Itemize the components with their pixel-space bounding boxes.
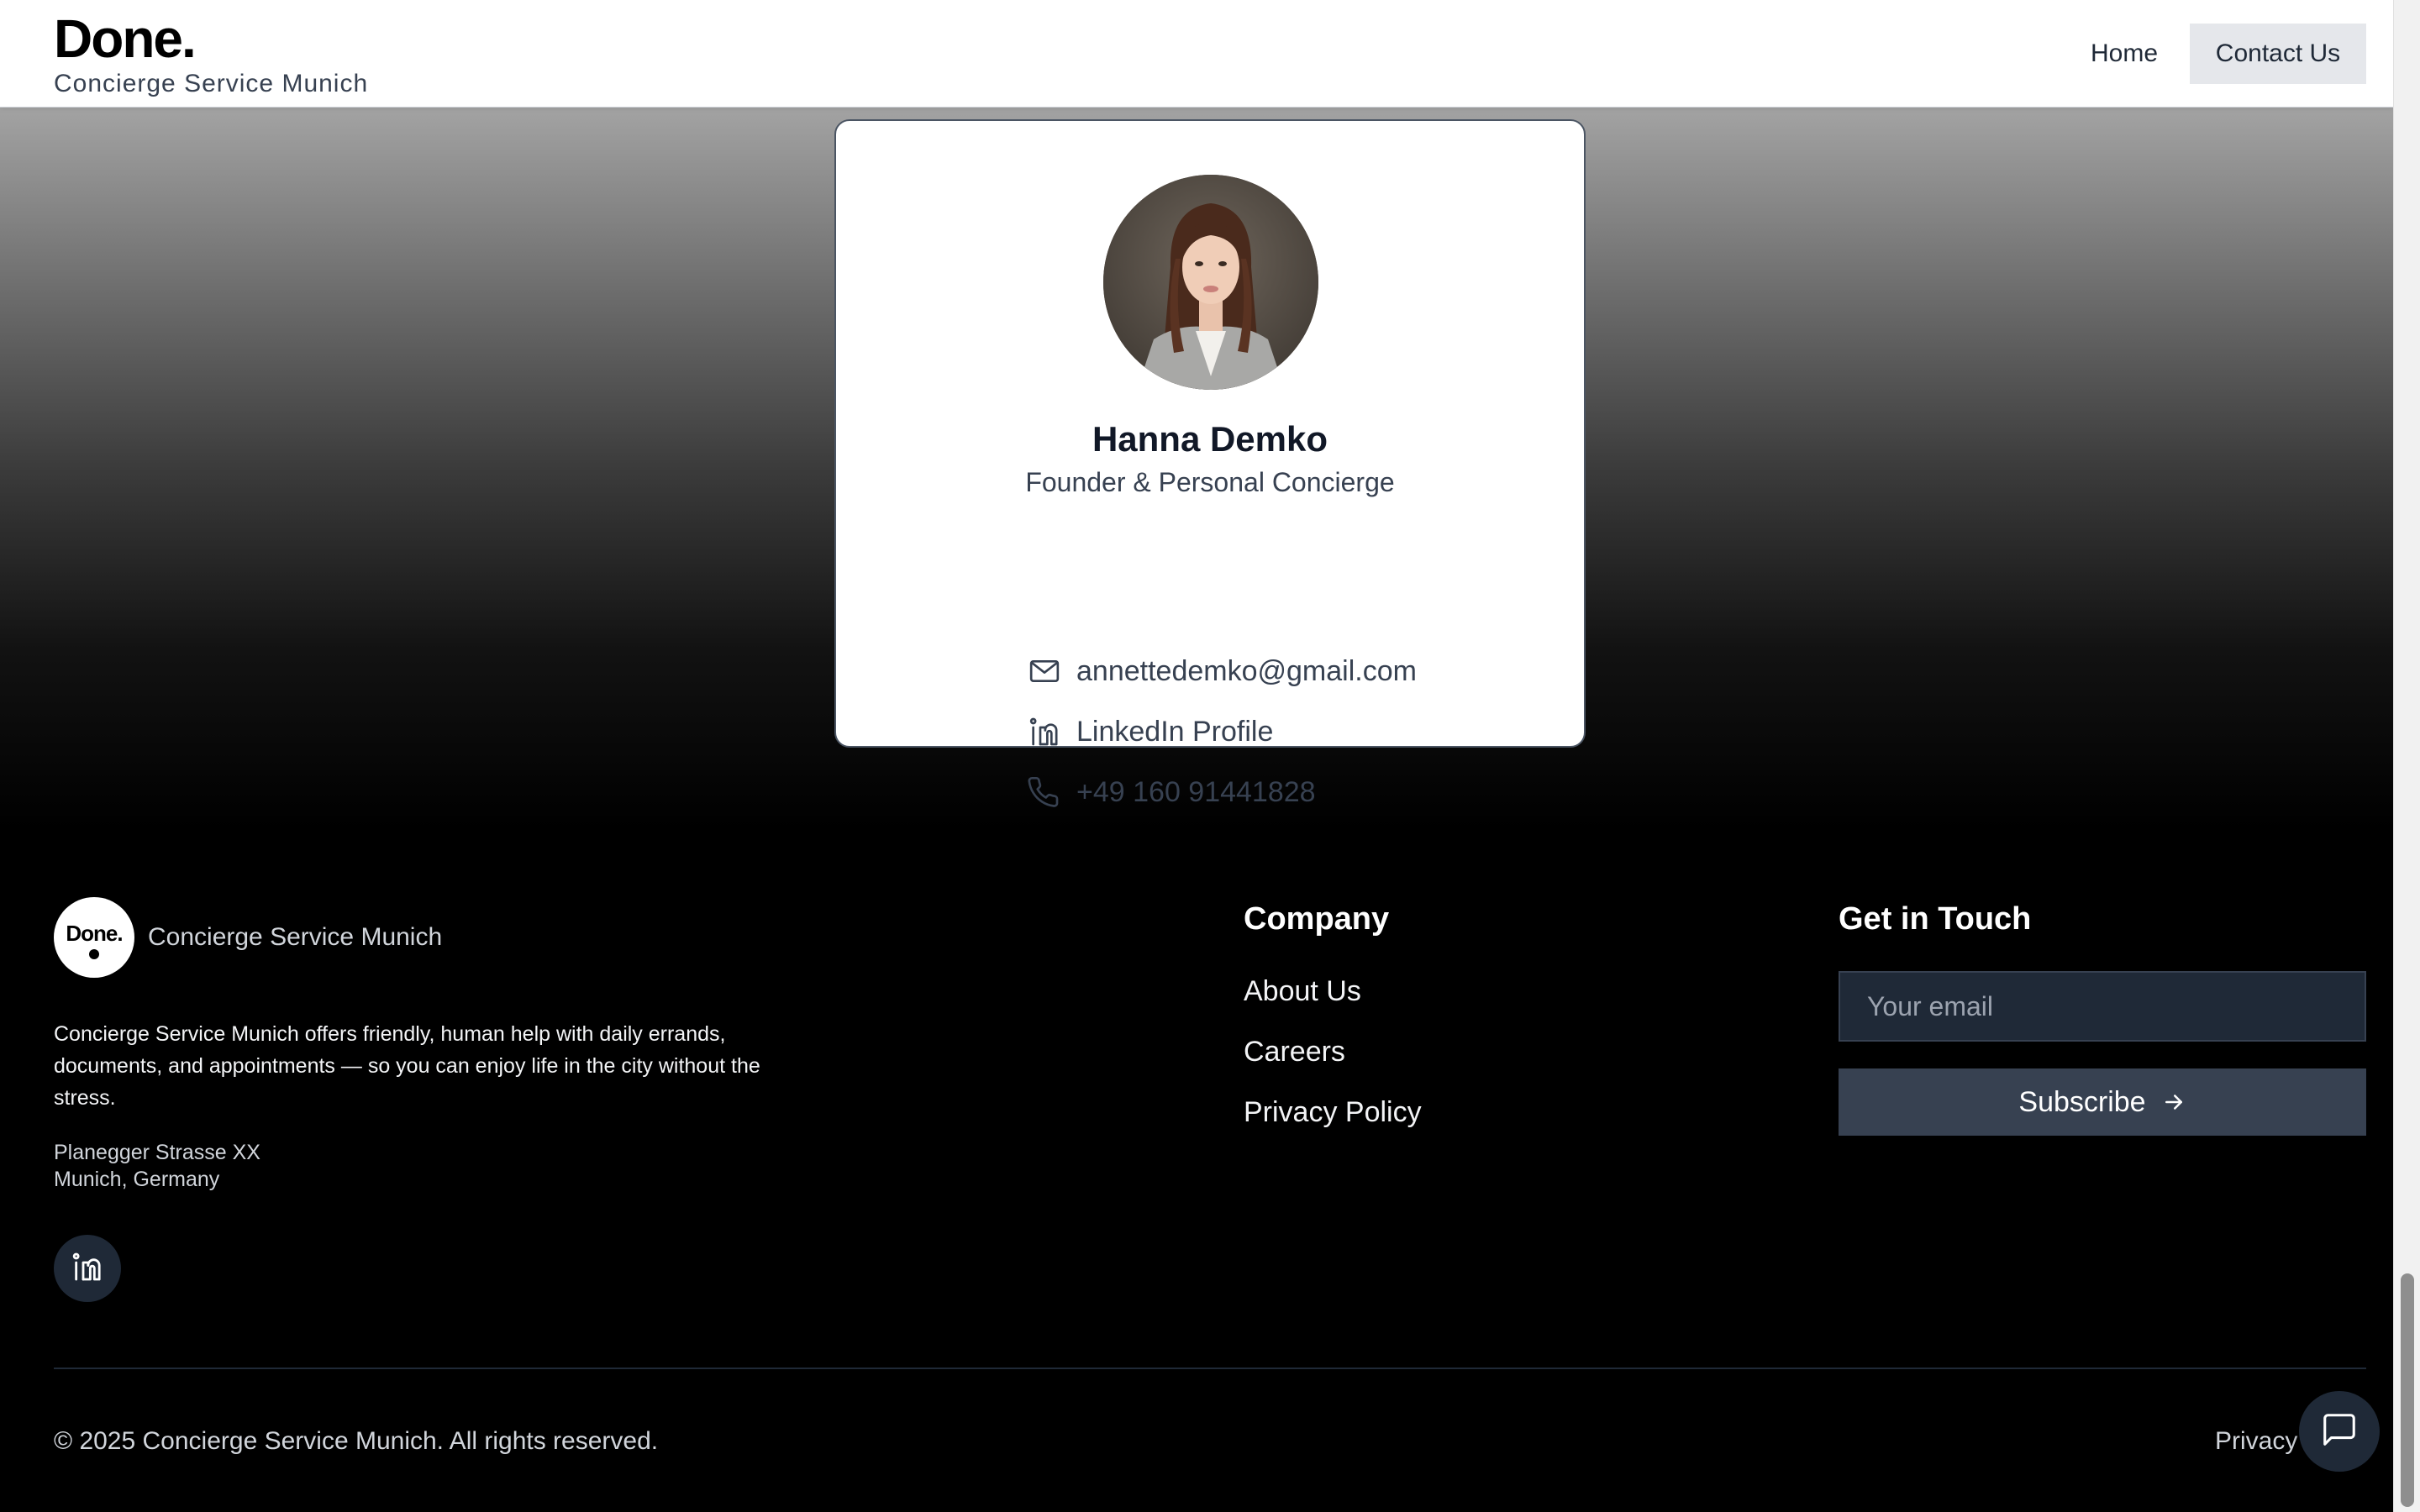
page-scrollbar[interactable] — [2393, 0, 2420, 1512]
footer-brand-name: Concierge Service Munich — [148, 923, 443, 951]
footer-contact-title: Get in Touch — [1839, 901, 2032, 937]
profile-avatar — [1103, 175, 1318, 390]
footer-link-careers[interactable]: Careers — [1244, 1033, 1345, 1070]
profile-role: Founder & Personal Concierge — [1025, 467, 1395, 497]
footer-description: Concierge Service Munich offers friendly… — [54, 1022, 760, 1110]
arrow-right-icon — [2161, 1089, 2186, 1115]
linkedin-icon — [1026, 713, 1063, 750]
footer-copyright: © 2025 Concierge Service Munich. All rig… — [54, 1427, 659, 1455]
newsletter-email-input[interactable] — [1839, 971, 2366, 1042]
brand-logo[interactable]: Done. — [54, 8, 197, 69]
footer-company-title: Company — [1244, 901, 1390, 937]
footer-address: Planegger Strasse XX Munich, Germany — [54, 1139, 260, 1193]
footer-logo-text: Done. — [66, 921, 123, 946]
profile-name: Hanna Demko — [1092, 419, 1328, 459]
footer-divider — [54, 1368, 2366, 1369]
subscribe-button[interactable]: Subscribe — [1839, 1068, 2366, 1136]
profile-linkedin-text: LinkedIn Profile — [1076, 715, 1274, 748]
nav-home-link[interactable]: Home — [2074, 24, 2175, 84]
footer-link-about[interactable]: About Us — [1244, 973, 1361, 1010]
profile-email-text: annettedemko@gmail.com — [1076, 654, 1417, 687]
linkedin-icon — [71, 1250, 104, 1288]
footer-logo[interactable]: Done. — [54, 897, 134, 978]
footer-logo-dot — [89, 949, 99, 959]
footer-privacy-link[interactable]: Privacy — [2215, 1425, 2297, 1458]
phone-icon — [1026, 774, 1063, 811]
chat-widget-button[interactable] — [2299, 1391, 2380, 1472]
scrollbar-thumb[interactable] — [2401, 1273, 2414, 1507]
nav-contact-button[interactable]: Contact Us — [2190, 24, 2366, 84]
footer-linkedin-button[interactable] — [54, 1235, 121, 1302]
footer-link-privacy-policy[interactable]: Privacy Policy — [1244, 1094, 1422, 1131]
profile-card: Hanna Demko Founder & Personal Concierge… — [834, 119, 1586, 808]
profile-phone-link[interactable]: +49 160 91441828 — [1026, 771, 1316, 813]
footer-address-line1: Planegger Strasse XX — [54, 1141, 260, 1164]
avatar-portrait-image — [1103, 175, 1318, 390]
subscribe-label: Subscribe — [2018, 1085, 2146, 1118]
profile-phone-text: +49 160 91441828 — [1076, 775, 1316, 808]
footer-address-line2: Munich, Germany — [54, 1168, 220, 1191]
chat-bubble-icon — [2320, 1410, 2359, 1453]
profile-linkedin-link[interactable]: LinkedIn Profile — [1026, 711, 1273, 753]
site-header: Done. Concierge Service Munich Home Cont… — [0, 0, 2393, 108]
profile-email-link[interactable]: annettedemko@gmail.com — [1026, 650, 1417, 692]
brand-tagline: Concierge Service Munich — [54, 70, 369, 97]
mail-icon — [1026, 653, 1063, 690]
